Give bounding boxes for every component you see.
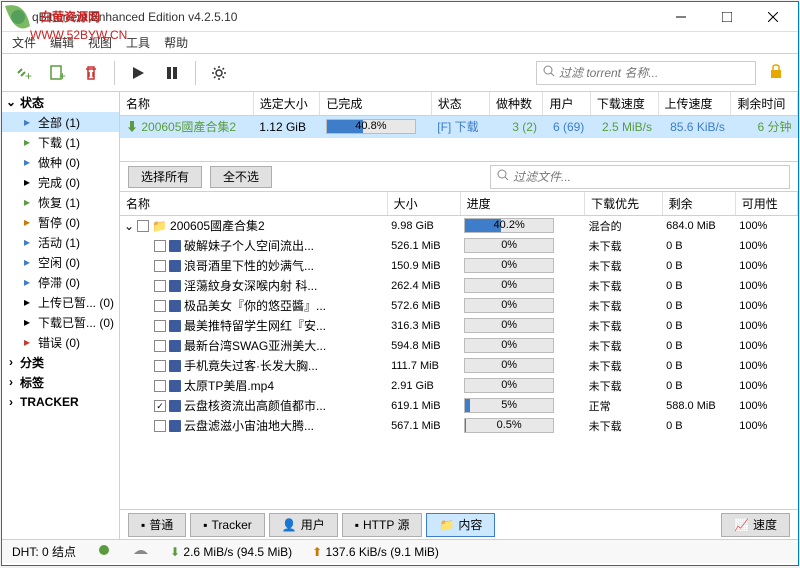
menubar: 文件 编辑 视图 工具 帮助 [2,32,798,54]
delete-button[interactable] [76,58,106,88]
minimize-button[interactable] [658,3,704,31]
sidebar-item-7[interactable]: ▸空闲 (0) [2,252,119,272]
sidebar-trackers[interactable]: ›TRACKER [2,392,119,412]
sidebar-tags[interactable]: ›标签 [2,372,119,392]
file-header[interactable]: 下载优先 [585,192,663,216]
select-all-button[interactable]: 选择所有 [128,166,202,188]
file-row[interactable]: 云盘核资流出高颜值都市...619.1 MiB5%正常588.0 MiB100% [120,396,798,416]
sidebar-status-header[interactable]: ⌄状态 [2,92,119,112]
torrent-filter-input[interactable] [559,66,749,80]
file-header[interactable]: 大小 [387,192,460,216]
file-header[interactable]: 剩余 [662,192,735,216]
main-window: qBittorrent Enhanced Edition v4.2.5.10 文… [1,1,799,566]
menu-help[interactable]: 帮助 [164,34,188,51]
tab-tracker[interactable]: ▪Tracker [190,513,265,537]
file-root-row[interactable]: ⌄ 📁 200605國產合集29.98 GiB40.2%混合的684.0 MiB… [120,216,798,236]
sidebar-item-3[interactable]: ▸完成 (0) [2,172,119,192]
toolbar: + + [2,54,798,92]
torrent-row[interactable]: ⬇ 200605國產合集21.12 GiB40.8%[F] 下载3 (2)6 (… [120,116,798,138]
file-filter[interactable] [490,165,790,189]
torrent-header[interactable]: 做种数 [489,92,543,116]
settings-button[interactable] [204,58,234,88]
svg-text:+: + [25,69,32,82]
torrent-header[interactable]: 状态 [431,92,489,116]
file-row[interactable]: 破解妹子个人空间流出...526.1 MiB0%未下载0 B100% [120,236,798,256]
dht-status[interactable]: DHT: 0 结点 [12,543,76,560]
file-filter-input[interactable] [513,170,783,184]
torrent-header[interactable]: 下载速度 [590,92,658,116]
sidebar-item-11[interactable]: ▸错误 (0) [2,332,119,352]
sidebar-item-9[interactable]: ▸上传已暂... (0) [2,292,119,312]
sidebar-item-5[interactable]: ▸暂停 (0) [2,212,119,232]
torrent-header[interactable]: 剩余时间 [731,92,798,116]
download-status[interactable]: ⬇ 2.6 MiB/s (94.5 MiB) [170,545,292,559]
menu-tools[interactable]: 工具 [126,34,150,51]
file-header[interactable]: 名称 [120,192,387,216]
search-icon [543,65,555,80]
add-link-button[interactable]: + [8,58,38,88]
http-icon: ▪ [355,518,359,532]
menu-view[interactable]: 视图 [88,34,112,51]
file-toolbar: 选择所有 全不选 [120,162,798,192]
torrent-header[interactable]: 已完成 [320,92,431,116]
sidebar-item-2[interactable]: ▸做种 (0) [2,152,119,172]
torrent-header[interactable]: 选定大小 [253,92,320,116]
sidebar-categories[interactable]: ›分类 [2,352,119,372]
maximize-button[interactable] [704,3,750,31]
list-icon: ▪ [141,518,145,532]
pause-button[interactable] [157,58,187,88]
tab-http[interactable]: ▪HTTP 源 [342,513,423,537]
torrent-header[interactable]: 用户 [543,92,590,116]
tab-speed[interactable]: 📈速度 [721,513,790,537]
add-torrent-button[interactable]: + [42,58,72,88]
file-row[interactable]: 手机竟失过客·长发大胸...111.7 MiB0%未下载0 B100% [120,356,798,376]
folder-icon: 📁 [439,518,454,532]
file-header[interactable]: 进度 [460,192,584,216]
sidebar-item-6[interactable]: ▸活动 (1) [2,232,119,252]
close-button[interactable] [750,3,796,31]
sidebar: ⌄状态 ▸全部 (1)▸下载 (1)▸做种 (0)▸完成 (0)▸恢复 (1)▸… [2,92,120,539]
connection-icon [96,544,112,559]
window-title: qBittorrent Enhanced Edition v4.2.5.10 [32,10,658,24]
tab-users[interactable]: 👤用户 [269,513,338,537]
torrent-list[interactable]: 名称选定大小已完成状态做种数用户下载速度上传速度剩余时间⬇ 200605國產合集… [120,92,798,162]
sidebar-item-4[interactable]: ▸恢复 (1) [2,192,119,212]
file-row[interactable]: 淫蕩紋身女深喉内射 科...262.4 MiB0%未下载0 B100% [120,276,798,296]
file-header[interactable]: 可用性 [735,192,797,216]
file-row[interactable]: 浪哥酒里下性的妙满气...150.9 MiB0%未下载0 B100% [120,256,798,276]
menu-edit[interactable]: 编辑 [50,34,74,51]
app-icon [10,9,26,25]
file-row[interactable]: 云盘滤滋小宙油地大腾...567.1 MiB0.5%未下载0 B100% [120,416,798,436]
sidebar-item-8[interactable]: ▸停滞 (0) [2,272,119,292]
torrent-header[interactable]: 上传速度 [658,92,731,116]
file-row[interactable]: 最新台湾SWAG亚洲美大...594.8 MiB0%未下载0 B100% [120,336,798,356]
statusbar: DHT: 0 结点 ⬇ 2.6 MiB/s (94.5 MiB) ⬆ 137.6… [2,539,798,563]
sidebar-item-10[interactable]: ▸下载已暂... (0) [2,312,119,332]
users-icon: 👤 [282,518,297,532]
sidebar-item-0[interactable]: ▸全部 (1) [2,112,119,132]
search-icon [497,169,509,184]
file-row[interactable]: 极品美女『你的悠亞醬』...572.6 MiB0%未下载0 B100% [120,296,798,316]
file-list[interactable]: 名称大小进度下载优先剩余可用性⌄ 📁 200605國產合集29.98 GiB40… [120,192,798,509]
upload-status[interactable]: ⬆ 137.6 KiB/s (9.1 MiB) [312,545,439,559]
file-row[interactable]: 最美推特留学生网红『安...316.3 MiB0%未下载0 B100% [120,316,798,336]
sidebar-item-1[interactable]: ▸下载 (1) [2,132,119,152]
tab-list[interactable]: ▪普通 [128,513,186,537]
alt-speed-icon[interactable] [132,544,150,559]
select-none-button[interactable]: 全不选 [210,166,272,188]
torrent-filter[interactable] [536,61,756,85]
torrent-header[interactable]: 名称 [120,92,253,116]
file-row[interactable]: 太原TP美眉.mp42.91 GiB0%未下载0 B100% [120,376,798,396]
titlebar: qBittorrent Enhanced Edition v4.2.5.10 [2,2,798,32]
detail-tabs: ▪普通▪Tracker👤用户▪HTTP 源📁内容 📈速度 [120,509,798,539]
svg-text:+: + [59,69,66,82]
tab-folder[interactable]: 📁内容 [426,513,495,537]
tracker-icon: ▪ [203,518,207,532]
speed-icon: 📈 [734,518,749,532]
lock-icon[interactable] [768,63,784,82]
resume-button[interactable] [123,58,153,88]
menu-file[interactable]: 文件 [12,34,36,51]
